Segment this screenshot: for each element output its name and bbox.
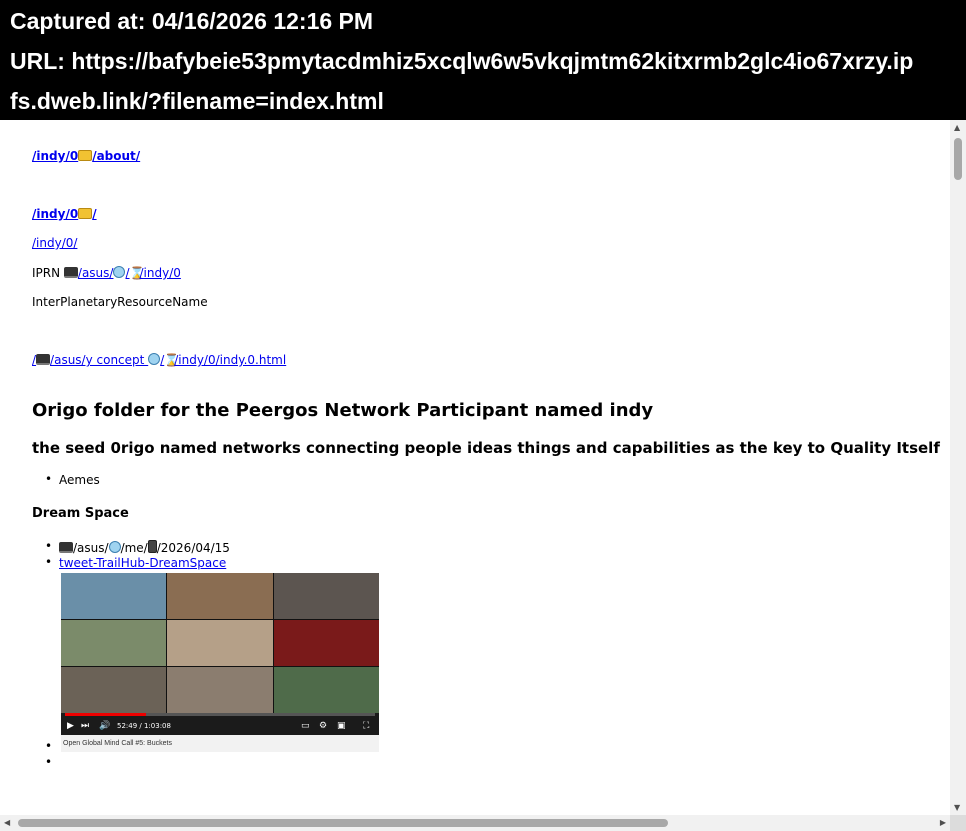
- laptop-icon: [63, 267, 78, 278]
- horizontal-scroll-thumb[interactable]: [18, 819, 668, 827]
- root-folder-link[interactable]: /indy/0/: [32, 207, 97, 221]
- video-participant: [167, 573, 273, 619]
- globe-icon: [108, 541, 121, 553]
- list-item: Aemes: [45, 472, 100, 487]
- iprn-label: IPRN: [32, 266, 64, 280]
- globe-icon: [148, 353, 161, 365]
- gear-icon[interactable]: ⚙: [319, 721, 327, 731]
- page-title: Origo folder for the Peergos Network Par…: [32, 400, 654, 421]
- concept-link[interactable]: //asus/y concept /⌛/indy/0/indy.0.html: [32, 353, 286, 367]
- play-icon[interactable]: ▶: [67, 721, 74, 731]
- globe-icon: [113, 266, 126, 278]
- capture-header: Captured at: 04/16/2026 12:16 PM URL: ht…: [0, 0, 966, 120]
- video-participant: [61, 573, 167, 619]
- laptop-icon: [36, 354, 51, 365]
- capture-url-continued: fs.dweb.link/?filename=index.html: [10, 88, 384, 114]
- page-viewport: /indy/0/about/ /indy/0/ /indy/0/ IPRN /a…: [0, 120, 950, 815]
- video-participant: [61, 667, 167, 713]
- root-link-row: /indy/0/: [32, 207, 97, 221]
- about-link-row: /indy/0/about/: [32, 149, 140, 163]
- concept-link-row: //asus/y concept /⌛/indy/0/indy.0.html: [32, 353, 286, 367]
- video-participant: [273, 573, 379, 619]
- capture-url: URL: https://bafybeie53pmytacdmhiz5xcqlw…: [10, 48, 914, 74]
- vertical-scrollbar[interactable]: ▲ ▼: [950, 120, 966, 815]
- video-thumbnail[interactable]: ▶ ⏭ 🔊 52:49 / 1:03:08 ▭ ⚙ ▣ ⛶: [61, 573, 379, 735]
- indy0-link[interactable]: /indy/0/: [32, 236, 77, 250]
- miniplayer-icon[interactable]: ▣: [337, 721, 346, 731]
- indy0-link-row: /indy/0/: [32, 236, 77, 250]
- tweet-link[interactable]: tweet-TrailHub-DreamSpace: [59, 556, 226, 570]
- dream-space-heading: Dream Space: [32, 506, 129, 521]
- list-item-path: /asus//me//2026/04/15: [45, 539, 230, 555]
- video-participant: [167, 620, 273, 666]
- folder-icon: [78, 150, 93, 161]
- iprn-link[interactable]: /asus//⌛/indy/0: [63, 266, 181, 280]
- iprn-description: InterPlanetaryResourceName: [32, 295, 208, 309]
- capture-timestamp: Captured at: 04/16/2026 12:16 PM: [10, 8, 374, 34]
- video-participant: [273, 667, 379, 713]
- page-subtitle: the seed 0rigo named networks connecting…: [32, 439, 940, 457]
- scrollbar-corner: [950, 815, 966, 831]
- hourglass-icon: ⌛: [164, 353, 180, 367]
- list-item-tweet: tweet-TrailHub-DreamSpace: [45, 555, 226, 570]
- next-icon[interactable]: ⏭: [81, 721, 89, 731]
- hourglass-icon: ⌛: [129, 266, 145, 280]
- folder-icon: [78, 208, 93, 219]
- video-time: 52:49 / 1:03:08: [117, 722, 171, 730]
- video-caption: Open Global Mind Call #5: Buckets: [61, 735, 379, 752]
- scroll-up-icon[interactable]: ▲: [954, 123, 960, 132]
- scroll-left-icon[interactable]: ◀: [4, 818, 10, 827]
- video-participant-grid: [61, 573, 379, 713]
- laptop-icon: [59, 542, 73, 553]
- horizontal-scrollbar[interactable]: ◀ ▶: [0, 815, 950, 831]
- video-participant: [61, 620, 167, 666]
- video-participant: [167, 667, 273, 713]
- about-link[interactable]: /indy/0/about/: [32, 149, 140, 163]
- scroll-right-icon[interactable]: ▶: [940, 818, 946, 827]
- video-progress-bar[interactable]: [65, 713, 375, 716]
- phone-icon: [147, 540, 157, 553]
- iprn-row: IPRN /asus//⌛/indy/0: [32, 266, 181, 280]
- scroll-down-icon[interactable]: ▼: [954, 803, 960, 812]
- captions-icon[interactable]: ▭: [301, 721, 310, 731]
- fullscreen-icon[interactable]: ⛶: [363, 721, 369, 731]
- video-participant: [273, 620, 379, 666]
- volume-icon[interactable]: 🔊: [99, 721, 110, 731]
- vertical-scroll-thumb[interactable]: [954, 138, 962, 180]
- video-controls: ▶ ⏭ 🔊 52:49 / 1:03:08 ▭ ⚙ ▣ ⛶: [61, 713, 379, 735]
